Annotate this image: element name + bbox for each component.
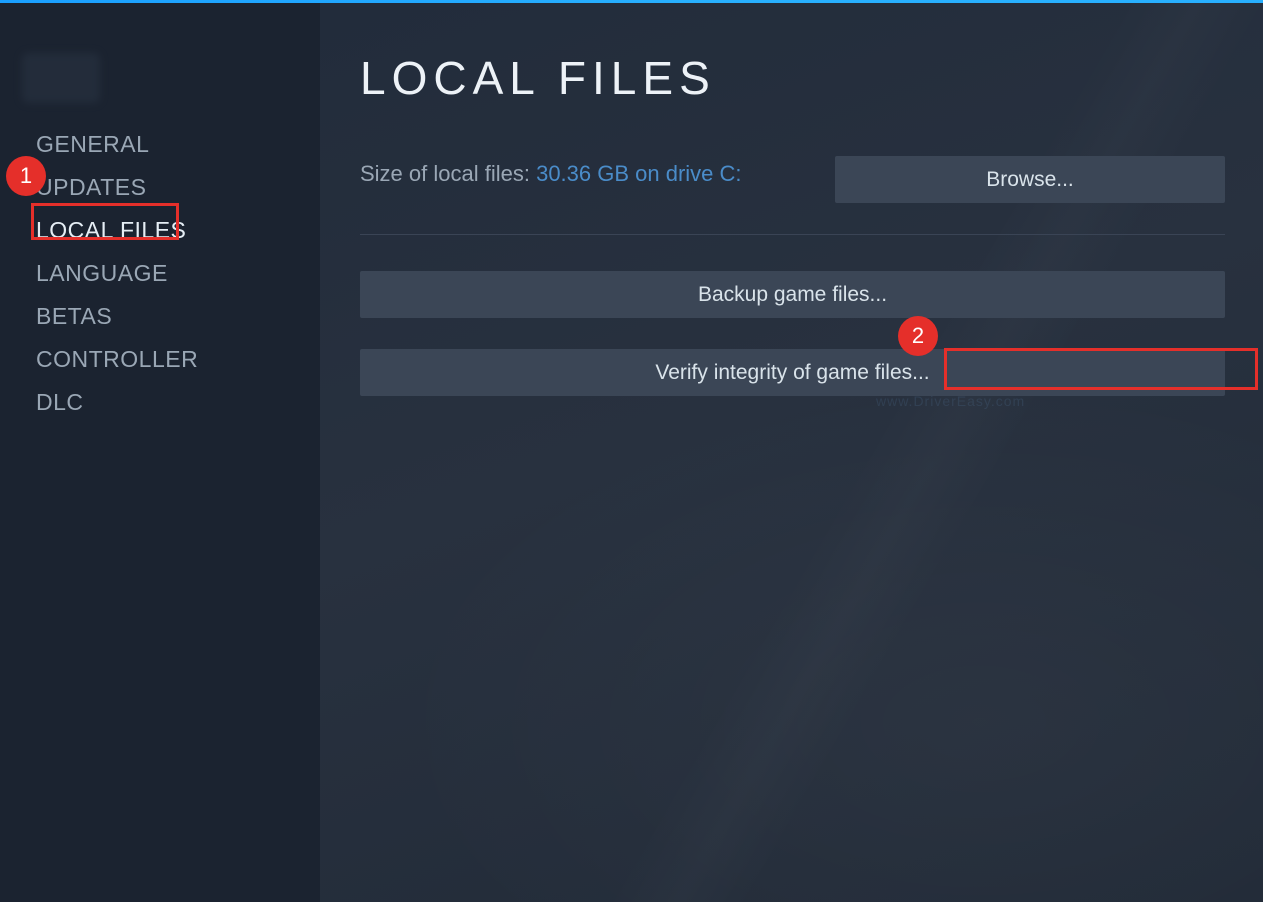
main-content: LOCAL FILES Size of local files: 30.36 G… xyxy=(320,3,1263,902)
browse-button[interactable]: Browse... xyxy=(835,156,1225,203)
sidebar-item-language[interactable]: LANGUAGE xyxy=(0,252,320,295)
sidebar-item-general[interactable]: GENERAL xyxy=(0,123,320,166)
backup-game-files-button[interactable]: Backup game files... xyxy=(360,271,1225,318)
sidebar-nav: GENERAL UPDATES LOCAL FILES LANGUAGE BET… xyxy=(0,123,320,424)
sidebar-item-dlc[interactable]: DLC xyxy=(0,381,320,424)
sidebar-item-local-files[interactable]: LOCAL FILES xyxy=(0,209,320,252)
sidebar-item-betas[interactable]: BETAS xyxy=(0,295,320,338)
size-value: 30.36 GB on drive C: xyxy=(536,161,741,186)
sidebar-item-updates[interactable]: UPDATES xyxy=(0,166,320,209)
game-thumbnail xyxy=(22,53,100,103)
verify-integrity-button[interactable]: Verify integrity of game files... xyxy=(360,349,1225,396)
divider xyxy=(360,234,1225,235)
local-files-size: Size of local files: 30.36 GB on drive C… xyxy=(360,161,742,187)
sidebar: GENERAL UPDATES LOCAL FILES LANGUAGE BET… xyxy=(0,3,320,902)
page-title: LOCAL FILES xyxy=(360,51,716,105)
sidebar-item-controller[interactable]: CONTROLLER xyxy=(0,338,320,381)
size-label: Size of local files: xyxy=(360,161,536,186)
